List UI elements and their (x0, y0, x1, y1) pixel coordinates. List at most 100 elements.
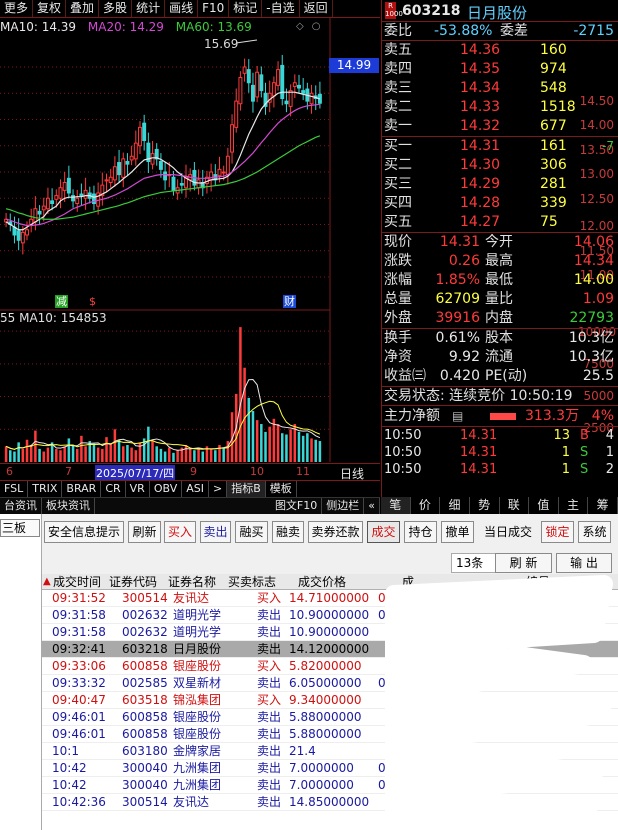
candle-body (79, 193, 84, 197)
stat-row: 涨幅 1.85% 最低 14.00 (382, 271, 618, 290)
toolbar-stats[interactable]: 统计 (132, 0, 166, 17)
tab-chips[interactable]: 筹 (588, 497, 618, 514)
tab-sector-news[interactable]: 板块资讯 (42, 498, 95, 514)
bid-level[interactable]: 买三 14.29 281 (382, 175, 618, 194)
cell-name: 银座股份 (173, 710, 222, 724)
tab-brar[interactable]: BRAR (62, 481, 102, 497)
netflow-bar (490, 413, 516, 420)
netflow-icon[interactable]: ▤ (452, 406, 463, 427)
lock-button[interactable]: 锁定 (541, 521, 574, 543)
tab-trend[interactable]: 势 (470, 497, 500, 514)
tab-trix[interactable]: TRIX (28, 481, 63, 497)
tab-f10[interactable]: 图文F10 (271, 498, 323, 514)
event-flag-finance[interactable]: 财 (283, 295, 296, 308)
stat-label: 净资 (384, 349, 412, 365)
stat-row: 总量 62709 量比 1.09 (382, 290, 618, 309)
tab-linked[interactable]: 联 (500, 497, 530, 514)
export-button[interactable]: 输 出 (556, 553, 612, 573)
tab-vr[interactable]: VR (126, 481, 150, 497)
fills-table: ▲ 成交时间 证券代码 证券名称 买卖标志 成交价格 成 编号 09:31:52… (42, 574, 618, 830)
ask-level[interactable]: 卖二 14.33 1518 (382, 98, 618, 117)
toolbar-more[interactable]: 更多 (0, 0, 34, 17)
ask-level[interactable]: 卖四 14.35 974 (382, 60, 618, 79)
volume-legend: 55 MA10: 154853 (0, 311, 107, 325)
stat-row: 外盘 39916 内盘 22793 (382, 309, 618, 328)
tab-sidebar[interactable]: 侧边栏 (322, 498, 365, 514)
margin-buy-button[interactable]: 融买 (235, 521, 268, 543)
cancel-order-tab[interactable]: 撤单 (441, 521, 474, 543)
header-side[interactable]: 买卖标志 (228, 574, 276, 590)
tab-asi[interactable]: ASI (182, 481, 209, 497)
cell-price: 10.90000000 (289, 625, 370, 639)
stat-label: 收益㈢ (384, 368, 426, 384)
cell-price: 14.12000000 (289, 642, 370, 656)
tab-more[interactable]: > (209, 481, 228, 497)
toolbar-overlay[interactable]: 叠加 (66, 0, 100, 17)
toolbar-f10[interactable]: F10 (198, 0, 230, 17)
positions-tab[interactable]: 持仓 (404, 521, 437, 543)
refresh-button[interactable]: 刷新 (128, 521, 161, 543)
header-code[interactable]: 证券代码 (109, 574, 157, 590)
bid-level[interactable]: 买一 14.31 161 -7 (382, 137, 618, 156)
toolbar-back[interactable]: 返回 (300, 0, 333, 17)
bid-level[interactable]: 买二 14.30 306 (382, 156, 618, 175)
tab-main-force[interactable]: 主 (559, 497, 589, 514)
cell-name: 九洲集团 (173, 778, 222, 792)
header-price[interactable]: 成交价格 (298, 574, 346, 590)
tab-value[interactable]: 值 (529, 497, 559, 514)
event-flag-reduce[interactable]: 减 (55, 295, 68, 308)
chart-tools-icons[interactable]: ◇○ (296, 21, 328, 32)
margin-sell-button[interactable]: 融卖 (272, 521, 304, 543)
collapse-icon[interactable]: « (364, 498, 380, 514)
cell-price: 14.71000000 (289, 591, 370, 605)
candle-body (255, 71, 260, 98)
buy-button[interactable]: 买入 (164, 521, 196, 543)
cell-price: 7.0000000 (289, 761, 354, 775)
toolbar-draw[interactable]: 画线 (165, 0, 199, 17)
tab-news[interactable]: 台资讯 (0, 498, 42, 514)
system-button[interactable]: 系统 (578, 521, 611, 543)
stat-value: 14.00 (573, 272, 614, 288)
cell-time: 10:42 (52, 761, 87, 775)
tab-detail[interactable]: 细 (440, 497, 470, 514)
ask-label: 卖五 (384, 42, 412, 58)
ask-price: 14.36 (460, 42, 501, 58)
ask-level[interactable]: 卖一 14.32 677 (382, 117, 618, 136)
tab-third-board[interactable]: 三板 (0, 519, 40, 537)
date-tick: 10 (250, 465, 264, 478)
quote-panel: R 1000 603218 日月股份 委比 -53.88% 委差 -2715 卖五… (381, 0, 618, 514)
tab-obv[interactable]: OBV (150, 481, 183, 497)
tick-count: 4 (605, 428, 614, 443)
tab-template[interactable]: 模板 (266, 481, 297, 497)
sell-repay-button[interactable]: 卖券还款 (308, 521, 363, 543)
candle-body (83, 189, 88, 199)
sell-button[interactable]: 卖出 (200, 521, 231, 543)
toolbar-watchlist[interactable]: -自选 (262, 0, 300, 17)
tab-cr[interactable]: CR (101, 481, 126, 497)
tab-price[interactable]: 价 (411, 497, 441, 514)
bid-level[interactable]: 买四 14.28 339 (382, 194, 618, 213)
cell-code: 600858 (122, 710, 168, 724)
toolbar-mark[interactable]: 标记 (229, 0, 263, 17)
header-name[interactable]: 证券名称 (168, 574, 216, 590)
ask-level[interactable]: 卖五 14.36 160 (382, 41, 618, 60)
tick-price: 14.31 (460, 462, 498, 477)
tab-indicator-b[interactable]: 指标B (227, 481, 266, 497)
sort-asc-icon[interactable]: ▲ (43, 574, 51, 590)
kline-chart[interactable] (0, 18, 380, 480)
candle-body (246, 69, 251, 84)
tick-time: 10:50 (384, 462, 422, 477)
tab-fsl[interactable]: FSL (0, 481, 29, 497)
filled-tab[interactable]: 成交 (367, 521, 400, 543)
toolbar-multi-stock[interactable]: 多股 (99, 0, 133, 17)
ask-level[interactable]: 卖三 14.34 548 (382, 79, 618, 98)
security-info-button[interactable]: 安全信息提示 (44, 521, 124, 543)
trade-panel: 三板 安全信息提示 刷新 买入 卖出 融买 融卖 卖券还款 成交 持仓 撤单 当… (0, 514, 618, 830)
table-refresh-button[interactable]: 刷 新 (495, 553, 552, 573)
toolbar-fuquan[interactable]: 复权 (33, 0, 67, 17)
bid-level[interactable]: 买五 14.27 75 (382, 213, 618, 232)
header-time[interactable]: 成交时间 (53, 574, 101, 590)
candle-body (50, 200, 55, 204)
event-flag-dollar[interactable]: $ (88, 295, 97, 308)
tab-tick[interactable]: 笔 (381, 497, 411, 514)
